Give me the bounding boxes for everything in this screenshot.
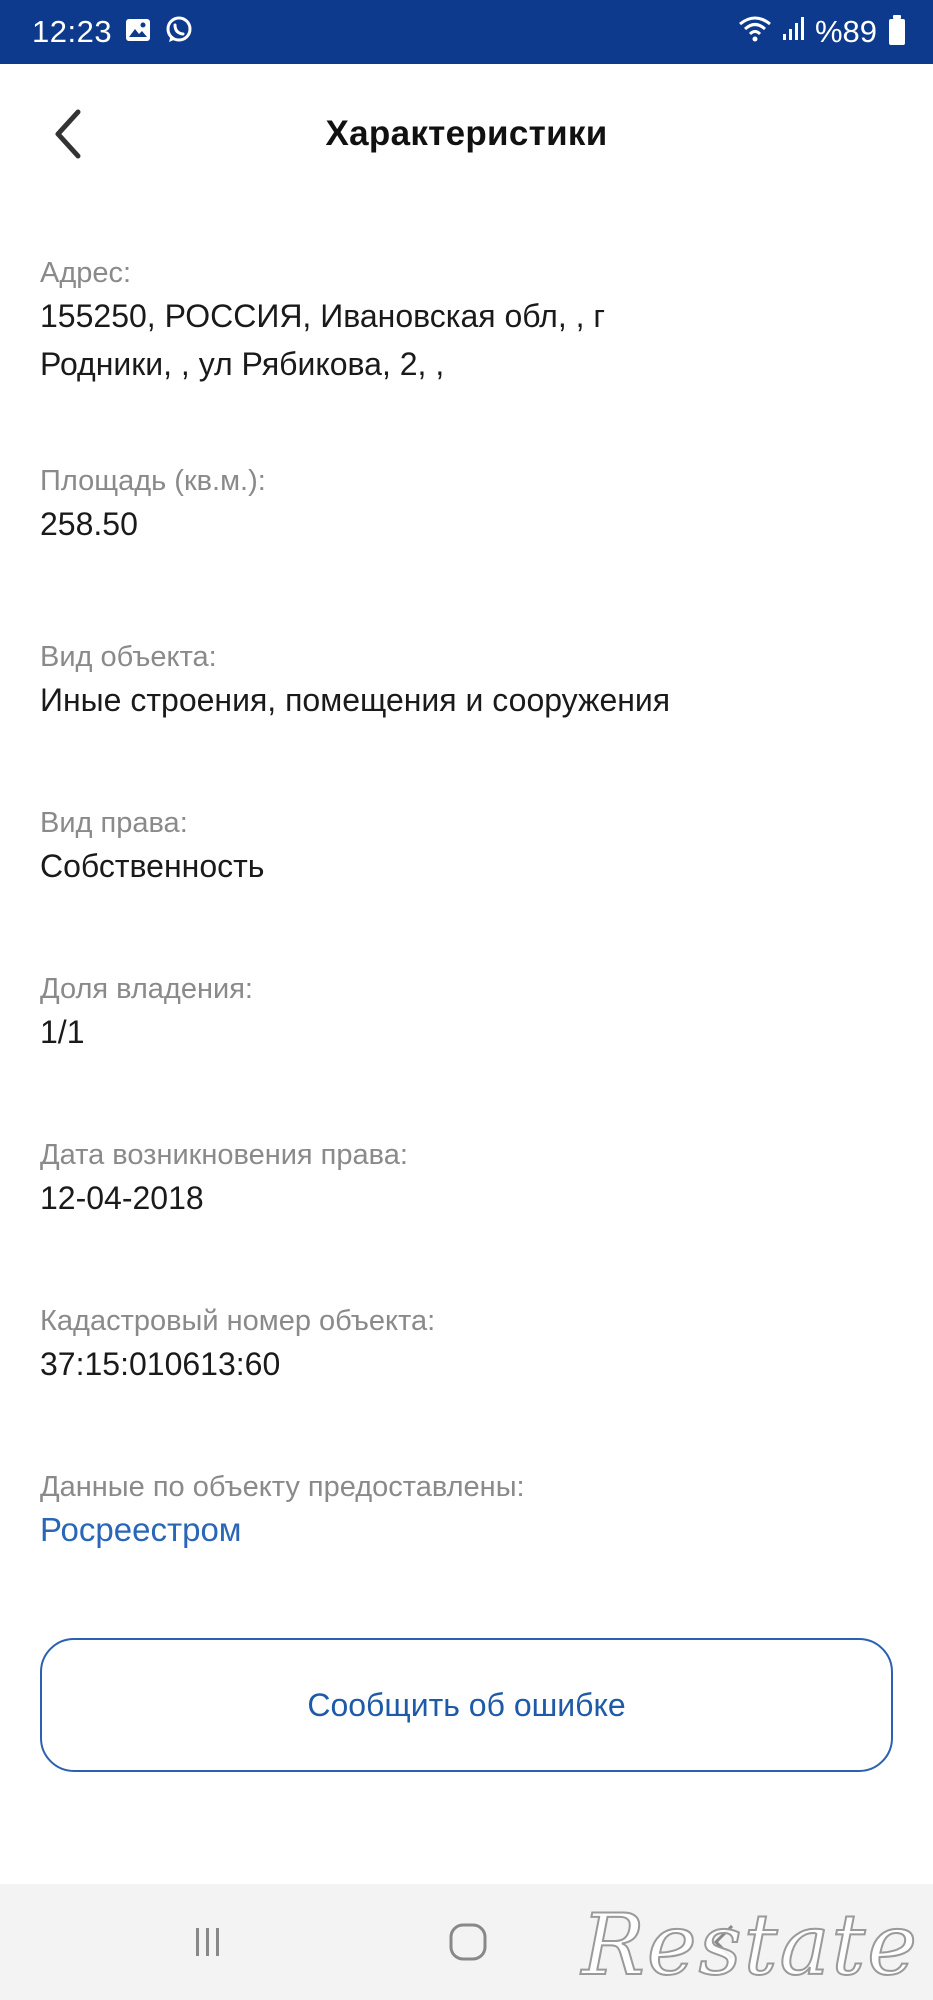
field-label: Дата возникновения права: [40, 1139, 408, 1171]
signal-icon [781, 14, 807, 50]
field-value: 12-04-2018 [40, 1180, 204, 1216]
field-value: 37:15:010613:60 [40, 1346, 281, 1382]
battery-percent: %89 [814, 14, 877, 49]
page-title: Характеристики [325, 114, 608, 153]
status-right: %89 [737, 13, 905, 51]
field-value: Иные строения, помещения и сооружения [40, 682, 671, 718]
field-right-date: Дата возникновения права: 12-04-2018 [40, 1136, 900, 1222]
battery-icon [889, 15, 905, 45]
field-address: Адрес: 155250, РОССИЯ, Ивановская обл, ,… [40, 254, 900, 388]
field-label: Данные по объекту предоставлены: [40, 1471, 525, 1503]
watermark-logo: Restate [581, 1895, 919, 1995]
field-label: Доля владения: [40, 973, 253, 1005]
report-error-button[interactable]: Сообщить об ошибке [40, 1638, 893, 1772]
field-ownership-share: Доля владения: 1/1 [40, 970, 900, 1056]
status-time: 12:23 [32, 14, 113, 49]
chevron-left-icon [55, 109, 81, 159]
field-cadastral-number: Кадастровый номер объекта: 37:15:010613:… [40, 1302, 900, 1388]
home-icon[interactable] [440, 1914, 496, 1970]
field-value: 155250, РОССИЯ, Ивановская обл, , г [40, 298, 606, 334]
field-area: Площадь (кв.м.): 258.50 [40, 462, 900, 548]
recents-icon[interactable] [180, 1914, 236, 1970]
field-label: Площадь (кв.м.): [40, 465, 266, 497]
field-data-provider: Данные по объекту предоставлены: Росреес… [40, 1468, 900, 1554]
status-bar: 12:23 %89 [0, 0, 933, 64]
field-value: 1/1 [40, 1014, 85, 1050]
gallery-notification-icon [124, 16, 152, 49]
status-left: 12:23 [32, 14, 194, 50]
field-label: Кадастровый номер объекта: [40, 1305, 436, 1337]
field-label: Вид права: [40, 807, 188, 839]
field-object-type: Вид объекта: Иные строения, помещения и … [40, 638, 900, 724]
whatsapp-notification-icon [164, 15, 194, 50]
field-value: 258.50 [40, 506, 138, 542]
field-right-type: Вид права: Собственность [40, 804, 900, 890]
wifi-icon [737, 13, 773, 51]
rosreestr-link[interactable]: Росреестром [40, 1506, 900, 1554]
field-label: Адрес: [40, 257, 132, 289]
field-value: Собственность [40, 848, 265, 884]
field-label: Вид объекта: [40, 641, 217, 673]
back-button[interactable] [40, 106, 96, 162]
header: Характеристики [0, 64, 933, 204]
field-value: Родники, , ул Рябикова, 2, , [40, 346, 445, 382]
